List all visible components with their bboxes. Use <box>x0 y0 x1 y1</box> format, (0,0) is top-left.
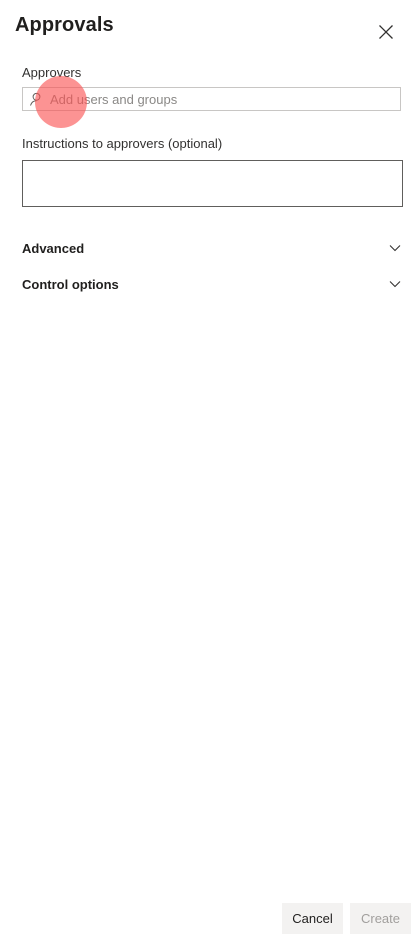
advanced-section-label: Advanced <box>22 240 85 256</box>
close-icon <box>379 25 393 39</box>
chevron-down-icon <box>388 277 402 291</box>
approvers-label: Approvers <box>22 65 82 80</box>
close-button[interactable] <box>372 18 400 46</box>
approvals-panel: Approvals Approvers Instructions to appr… <box>0 0 420 947</box>
instructions-label: Instructions to approvers (optional) <box>22 136 223 151</box>
control-options-section-label: Control options <box>22 276 119 292</box>
panel-title: Approvals <box>15 14 114 36</box>
chevron-down-icon <box>388 241 402 255</box>
person-icon <box>27 90 45 108</box>
approvers-input[interactable] <box>50 91 380 107</box>
cancel-button[interactable]: Cancel <box>282 903 343 934</box>
instructions-textarea[interactable] <box>22 160 403 207</box>
create-button[interactable]: Create <box>350 903 411 934</box>
advanced-section-toggle[interactable]: Advanced <box>22 236 404 260</box>
control-options-section-toggle[interactable]: Control options <box>22 272 404 296</box>
approvers-field[interactable] <box>22 87 401 111</box>
